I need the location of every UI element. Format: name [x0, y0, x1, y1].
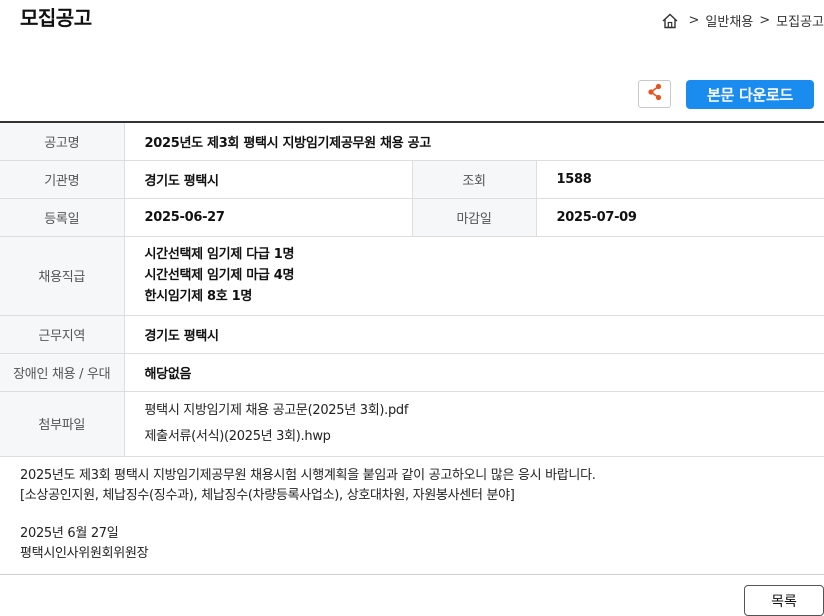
views-label: 조회	[412, 160, 537, 199]
table-row: 근무지역 경기도 평택시	[0, 315, 824, 354]
deadline-value: 2025-07-09	[536, 198, 824, 237]
share-button[interactable]	[638, 80, 671, 108]
breadcrumb-item-notices[interactable]: 모집공고	[776, 11, 824, 30]
notice-body-line: [소상공인지원, 체납징수(징수과), 체납징수(차량등록사업소), 상호대차원…	[20, 488, 515, 503]
views-value: 1588	[536, 160, 824, 199]
download-content-button[interactable]: 본문 다운로드	[686, 80, 814, 109]
breadcrumb-separator: >	[759, 13, 771, 28]
table-row: 기관명 경기도 평택시 조회 1588	[0, 160, 824, 199]
notice-body: 2025년도 제3회 평택시 지방임기제공무원 채용시험 시행계획을 붙임과 같…	[20, 466, 596, 564]
notice-body-line: 2025년도 제3회 평택시 지방임기제공무원 채용시험 시행계획을 붙임과 같…	[20, 468, 596, 483]
deadline-label: 마감일	[412, 198, 537, 237]
breadcrumb-item-general-hiring[interactable]: 일반채용	[705, 11, 753, 30]
breadcrumb-separator: >	[688, 13, 700, 28]
table-row: 공고명 2025년도 제3회 평택시 지방임기제공무원 채용 공고	[0, 122, 824, 161]
disability-value: 해당없음	[124, 353, 824, 392]
disability-label: 장애인 채용 / 우대	[0, 353, 125, 392]
work-area-value: 경기도 평택시	[124, 315, 824, 354]
page-title: 모집공고	[20, 6, 92, 30]
agency-value: 경기도 평택시	[124, 160, 413, 199]
position-item: 시간선택제 임기제 마급 4명	[144, 268, 295, 283]
attachment-link-pdf[interactable]: 평택시 지방임기제 채용 공고문(2025년 3회).pdf	[145, 398, 824, 424]
list-button[interactable]: 목록	[744, 585, 824, 616]
work-area-label: 근무지역	[0, 315, 125, 354]
table-row: 첨부파일 평택시 지방임기제 채용 공고문(2025년 3회).pdf 제출서류…	[0, 391, 824, 457]
position-item: 한시임기제 8호 1명	[144, 289, 253, 304]
agency-label: 기관명	[0, 160, 125, 199]
divider	[0, 574, 824, 575]
share-icon	[647, 83, 663, 105]
reg-date-label: 등록일	[0, 198, 125, 237]
notice-signer: 평택시인사위원회위원장	[20, 546, 149, 561]
position-label: 채용직급	[0, 236, 125, 316]
attachment-link-hwp[interactable]: 제출서류(서식)(2025년 3회).hwp	[145, 424, 824, 450]
home-icon[interactable]	[661, 12, 679, 30]
table-row: 채용직급 시간선택제 임기제 다급 1명 시간선택제 임기제 마급 4명 한시임…	[0, 236, 824, 316]
notice-name-value: 2025년도 제3회 평택시 지방임기제공무원 채용 공고	[124, 122, 824, 161]
attachment-list: 평택시 지방임기제 채용 공고문(2025년 3회).pdf 제출서류(서식)(…	[124, 391, 824, 457]
position-list: 시간선택제 임기제 다급 1명 시간선택제 임기제 마급 4명 한시임기제 8호…	[124, 236, 824, 316]
notice-info-table: 공고명 2025년도 제3회 평택시 지방임기제공무원 채용 공고 기관명 경기…	[0, 121, 824, 457]
reg-date-value: 2025-06-27	[124, 198, 413, 237]
position-item: 시간선택제 임기제 다급 1명	[144, 247, 295, 262]
table-row: 등록일 2025-06-27 마감일 2025-07-09	[0, 198, 824, 237]
attachments-label: 첨부파일	[0, 391, 125, 457]
notice-date: 2025년 6월 27일	[20, 526, 119, 541]
breadcrumb: > 일반채용 > 모집공고	[661, 11, 824, 30]
notice-name-label: 공고명	[0, 122, 125, 161]
table-row: 장애인 채용 / 우대 해당없음	[0, 353, 824, 392]
